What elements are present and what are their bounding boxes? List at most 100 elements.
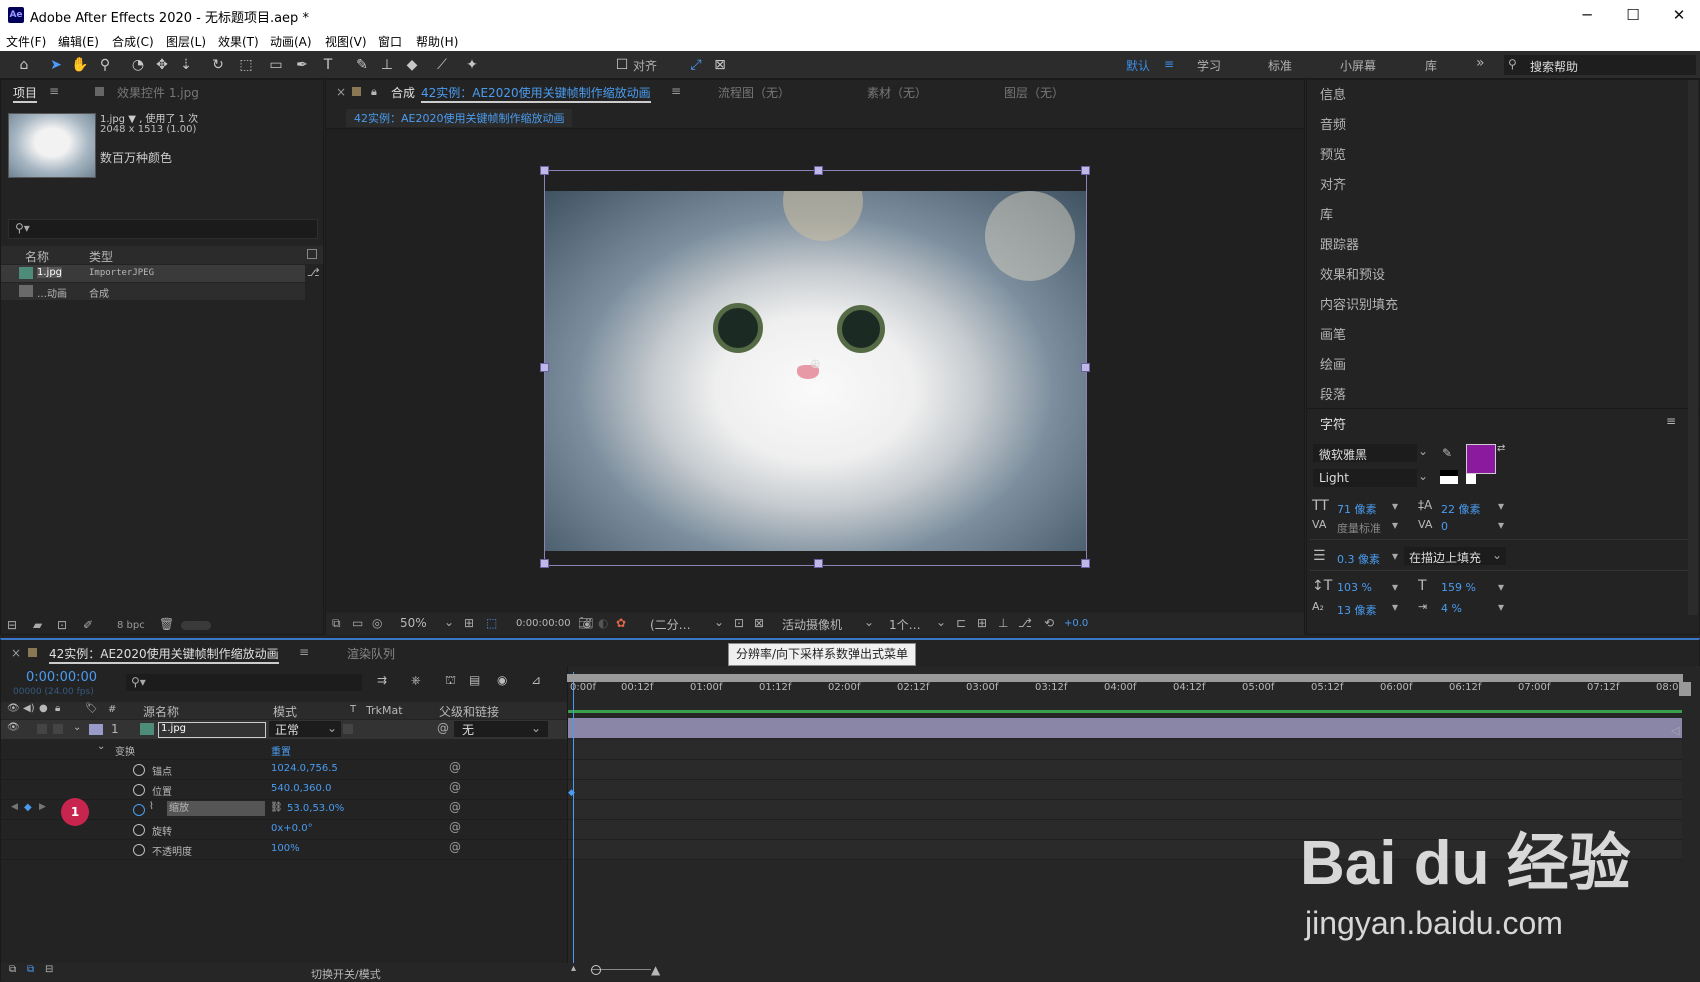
stopwatch-icon[interactable] [133, 824, 145, 836]
menu-animation[interactable]: 动画(A) [270, 33, 312, 50]
close-button[interactable]: ✕ [1656, 0, 1700, 31]
bit-depth-button[interactable]: 8 bpc [117, 620, 145, 631]
views-dropdown[interactable]: 1个… [889, 616, 921, 633]
region-of-interest-icon[interactable]: ⬚ [486, 616, 497, 630]
chevron-down-icon[interactable]: ▾ [1392, 580, 1398, 594]
add-keyframe-icon[interactable]: ◆ [24, 802, 32, 813]
interpret-footage-icon[interactable]: ⊟ [7, 618, 17, 632]
property-row-position[interactable]: 位置 540.0,360.0 @ [1, 780, 569, 800]
video-switch-icon[interactable]: 👁︎ [7, 703, 20, 714]
column-source-name[interactable]: 源名称 [143, 703, 179, 720]
property-value[interactable]: 53.0,53.0% [287, 803, 344, 814]
minimize-button[interactable]: ─ [1564, 0, 1610, 31]
timeline-menu-icon[interactable]: ≡ [299, 645, 309, 659]
chevron-down-icon[interactable]: ⌄ [936, 615, 946, 629]
lock-icon[interactable]: 🔒︎ [371, 85, 377, 99]
right-panel-scrollbar[interactable] [1688, 80, 1698, 615]
pan-behind-icon[interactable]: ⬚ [236, 55, 256, 75]
pan-camera-icon[interactable]: ✥ [152, 55, 172, 75]
solo-switch-icon[interactable]: ● [39, 703, 48, 714]
chevron-down-icon[interactable]: ▾ [1392, 518, 1398, 532]
lock-switch-icon[interactable]: 🔒︎ [55, 703, 60, 714]
chevron-down-icon[interactable]: ▾ [1392, 499, 1398, 513]
panel-paragraph[interactable]: 段落 [1320, 384, 1346, 403]
zoom-dropdown[interactable]: 50% [400, 616, 427, 630]
chevron-down-icon[interactable]: ⌄ [1418, 469, 1428, 483]
property-row-anchor[interactable]: 锚点 1024.0,756.5 @ [1, 760, 569, 780]
chevron-down-icon[interactable]: ▾ [1498, 518, 1504, 532]
channel-icon[interactable]: ✿ [616, 616, 626, 630]
transform-handle[interactable] [814, 166, 823, 175]
transform-handle[interactable] [1081, 559, 1090, 568]
workspace-menu-icon[interactable]: ≡ [1164, 57, 1174, 71]
solo-box[interactable] [37, 724, 47, 734]
zoom-tool-icon[interactable]: ⚲ [95, 55, 115, 75]
chevron-down-icon[interactable]: ⌄ [444, 615, 454, 629]
graph-editor-icon[interactable]: ⊿ [531, 673, 541, 687]
fast-draft-icon[interactable]: ⊞ [977, 616, 987, 630]
workspace-standard[interactable]: 标准 [1268, 57, 1292, 74]
project-item-row[interactable]: …动画 合成 [1, 283, 305, 300]
tab-project[interactable]: 项目 [13, 84, 38, 103]
comp-breadcrumb[interactable]: 42实例：AE2020使用关键帧制作缩放动画 [346, 109, 573, 127]
close-timeline-tab-icon[interactable]: × [11, 646, 21, 660]
chevron-down-icon[interactable]: ⌄ [864, 615, 874, 629]
timeline-timecode[interactable]: 0:00:00:00 [26, 670, 97, 685]
eraser-tool-icon[interactable]: ◆ [402, 55, 422, 75]
puppet-pin-icon[interactable]: ✦ [462, 55, 482, 75]
file-name-usage[interactable]: 1.jpg ▼ , 使用了 1 次 [100, 110, 198, 125]
stopwatch-icon[interactable] [133, 764, 145, 776]
workspace-small-screen[interactable]: 小屏幕 [1340, 57, 1376, 74]
no-fill-icon[interactable] [1466, 474, 1476, 484]
panel-paint[interactable]: 绘画 [1320, 354, 1346, 373]
property-value[interactable]: 100% [271, 843, 300, 854]
next-keyframe-icon[interactable]: ▶ [39, 802, 46, 812]
work-area-bar[interactable] [568, 710, 1682, 713]
tab-footage[interactable]: 素材（无） [867, 84, 927, 101]
stopwatch-icon[interactable] [133, 804, 145, 816]
font-style-select[interactable]: Light [1313, 469, 1417, 487]
time-navigator[interactable] [567, 674, 1683, 682]
font-size-value[interactable]: 71 像素 [1337, 501, 1377, 517]
preserve-transparency-box[interactable] [343, 724, 353, 734]
pick-whip-icon[interactable]: @ [449, 820, 461, 834]
column-name[interactable]: 名称 [25, 248, 49, 265]
monitor-icon[interactable]: ▭ [352, 616, 363, 630]
thumbnail-scroll[interactable] [181, 621, 211, 630]
chevron-down-icon[interactable]: ▾ [1498, 600, 1504, 614]
close-comp-tab-icon[interactable]: × [336, 85, 346, 99]
layer-duration-bar[interactable] [568, 718, 1682, 738]
panel-tracker[interactable]: 跟踪器 [1320, 234, 1359, 253]
toggle-switches-modes[interactable]: 切换开关/模式 [311, 966, 381, 982]
column-trkmat[interactable]: TrkMat [366, 704, 403, 717]
motion-blur-icon[interactable]: ◉ [497, 673, 507, 687]
project-item-row[interactable]: 1.jpg ImporterJPEG ⎇ [1, 265, 320, 282]
baseline-shift-value[interactable]: 13 像素 [1337, 602, 1377, 618]
tab-composition[interactable]: 合成 [391, 84, 415, 101]
pick-whip-icon[interactable]: @ [437, 721, 449, 735]
menu-effect[interactable]: 效果(T) [218, 33, 259, 50]
column-type[interactable]: 类型 [89, 248, 113, 265]
pick-whip-icon[interactable]: @ [449, 840, 461, 854]
menu-help[interactable]: 帮助(H) [416, 33, 458, 50]
trash-icon[interactable]: 🗑︎ [159, 617, 174, 631]
rotate-tool-icon[interactable]: ↻ [208, 55, 228, 75]
stopwatch-icon[interactable] [133, 844, 145, 856]
tab-layer[interactable]: 图层（无） [1004, 84, 1064, 101]
more-workspaces-icon[interactable]: » [1476, 55, 1485, 71]
audio-switch-icon[interactable]: ◀) [23, 703, 35, 714]
swap-colors-icon[interactable]: ⇄ [1497, 443, 1505, 454]
composition-tab-name[interactable]: 42实例：AE2020使用关键帧制作缩放动画 [421, 84, 651, 103]
dolly-camera-icon[interactable]: ⇣ [176, 55, 196, 75]
project-settings-icon[interactable]: ✐ [83, 618, 93, 632]
vertical-scale-value[interactable]: 103 % [1337, 581, 1372, 594]
property-row-opacity[interactable]: 不透明度 100% @ [1, 840, 569, 860]
chevron-down-icon[interactable]: ▾ [1498, 580, 1504, 594]
menu-layer[interactable]: 图层(L) [166, 33, 206, 50]
panel-effects-presets[interactable]: 效果和预设 [1320, 264, 1385, 283]
snap-icon[interactable]: ⤢ [686, 55, 706, 75]
toggle-pixel-aspect-icon[interactable]: ⊏ [956, 616, 966, 630]
timeline-tab-comp[interactable]: 42实例：AE2020使用关键帧制作缩放动画 [49, 645, 279, 664]
playhead-line[interactable] [573, 672, 574, 966]
chevron-down-icon[interactable]: ⌄ [714, 615, 724, 629]
